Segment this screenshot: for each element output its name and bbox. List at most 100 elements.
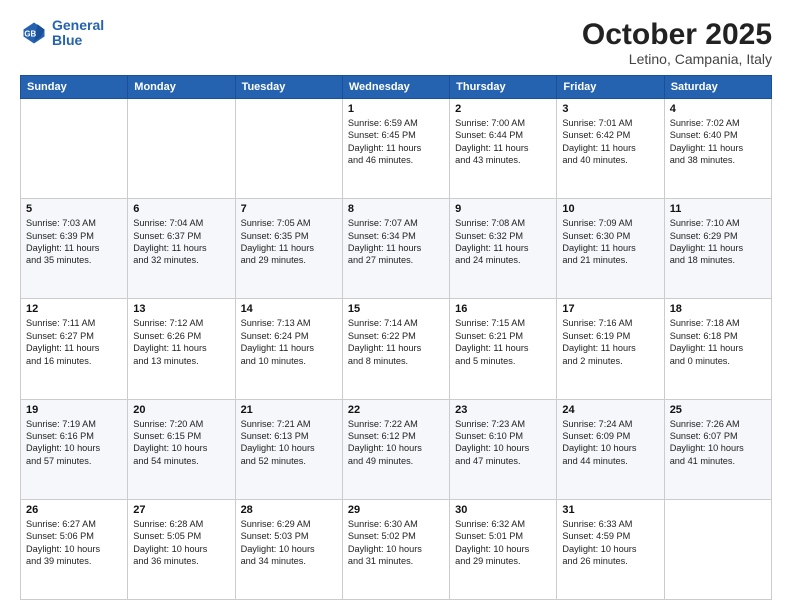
day-info: Sunrise: 7:20 AM Sunset: 6:15 PM Dayligh…: [133, 418, 229, 468]
day-number: 23: [455, 404, 551, 416]
calendar-cell: 20 Sunrise: 7:20 AM Sunset: 6:15 PM Dayli…: [128, 399, 235, 499]
calendar-cell: 27Sunrise: 6:28 AM Sunset: 5:05 PM Dayli…: [128, 499, 235, 599]
day-info: Sunrise: 7:08 AM Sunset: 6:32 PM Dayligh…: [455, 217, 551, 267]
day-info: Sunrise: 6:32 AM Sunset: 5:01 PM Dayligh…: [455, 518, 551, 568]
day-info: Sunrise: 7:18 AM Sunset: 6:18 PM Dayligh…: [670, 317, 766, 367]
day-info: Sunrise: 7:21 AM Sunset: 6:13 PM Dayligh…: [241, 418, 337, 468]
calendar-cell: 24 Sunrise: 7:24 AM Sunset: 6:09 PM Dayli…: [557, 399, 664, 499]
day-number: 31: [562, 504, 658, 516]
logo-icon: GB: [20, 19, 48, 47]
day-number: 3: [562, 103, 658, 115]
calendar-cell: 21 Sunrise: 7:21 AM Sunset: 6:13 PM Dayli…: [235, 399, 342, 499]
calendar-cell: 15 Sunrise: 7:14 AM Sunset: 6:22 PM Dayli…: [342, 299, 449, 399]
day-number: 17: [562, 303, 658, 315]
day-info: Sunrise: 7:02 AM Sunset: 6:40 PM Dayligh…: [670, 117, 766, 167]
logo: GB General Blue: [20, 18, 104, 49]
day-number: 24: [562, 404, 658, 416]
day-number: 18: [670, 303, 766, 315]
day-info: Sunrise: 6:59 AM Sunset: 6:45 PM Dayligh…: [348, 117, 444, 167]
day-header-saturday: Saturday: [664, 76, 771, 99]
calendar-cell: [664, 499, 771, 599]
day-number: 29: [348, 504, 444, 516]
day-info: Sunrise: 7:16 AM Sunset: 6:19 PM Dayligh…: [562, 317, 658, 367]
day-info: Sunrise: 7:00 AM Sunset: 6:44 PM Dayligh…: [455, 117, 551, 167]
day-header-sunday: Sunday: [21, 76, 128, 99]
day-info: Sunrise: 7:03 AM Sunset: 6:39 PM Dayligh…: [26, 217, 122, 267]
calendar-week-row: 19Sunrise: 7:19 AM Sunset: 6:16 PM Dayli…: [21, 399, 772, 499]
calendar-cell: 19Sunrise: 7:19 AM Sunset: 6:16 PM Dayli…: [21, 399, 128, 499]
calendar-week-row: 5 Sunrise: 7:03 AM Sunset: 6:39 PM Daylig…: [21, 199, 772, 299]
calendar-cell: 17 Sunrise: 7:16 AM Sunset: 6:19 PM Dayli…: [557, 299, 664, 399]
day-info: Sunrise: 6:27 AM Sunset: 5:06 PM Dayligh…: [26, 518, 122, 568]
calendar-cell: [235, 99, 342, 199]
calendar-cell: 5 Sunrise: 7:03 AM Sunset: 6:39 PM Daylig…: [21, 199, 128, 299]
day-number: 5: [26, 203, 122, 215]
calendar-cell: 18 Sunrise: 7:18 AM Sunset: 6:18 PM Dayli…: [664, 299, 771, 399]
calendar-cell: 28Sunrise: 6:29 AM Sunset: 5:03 PM Dayli…: [235, 499, 342, 599]
page: GB General Blue October 2025 Letino, Cam…: [0, 0, 792, 612]
calendar-cell: 9 Sunrise: 7:08 AM Sunset: 6:32 PM Daylig…: [450, 199, 557, 299]
day-info: Sunrise: 7:24 AM Sunset: 6:09 PM Dayligh…: [562, 418, 658, 468]
calendar-cell: 2 Sunrise: 7:00 AM Sunset: 6:44 PM Daylig…: [450, 99, 557, 199]
day-info: Sunrise: 7:22 AM Sunset: 6:12 PM Dayligh…: [348, 418, 444, 468]
day-number: 6: [133, 203, 229, 215]
day-number: 20: [133, 404, 229, 416]
month-title: October 2025: [582, 18, 772, 51]
day-number: 1: [348, 103, 444, 115]
day-info: Sunrise: 7:11 AM Sunset: 6:27 PM Dayligh…: [26, 317, 122, 367]
day-header-tuesday: Tuesday: [235, 76, 342, 99]
calendar-week-row: 26 Sunrise: 6:27 AM Sunset: 5:06 PM Dayli…: [21, 499, 772, 599]
day-header-wednesday: Wednesday: [342, 76, 449, 99]
day-info: Sunrise: 7:04 AM Sunset: 6:37 PM Dayligh…: [133, 217, 229, 267]
day-info: Sunrise: 7:10 AM Sunset: 6:29 PM Dayligh…: [670, 217, 766, 267]
day-info: Sunrise: 7:05 AM Sunset: 6:35 PM Dayligh…: [241, 217, 337, 267]
calendar-cell: 7 Sunrise: 7:05 AM Sunset: 6:35 PM Daylig…: [235, 199, 342, 299]
day-number: 13: [133, 303, 229, 315]
day-info: Sunrise: 6:29 AM Sunset: 5:03 PM Dayligh…: [241, 518, 337, 568]
day-info: Sunrise: 7:15 AM Sunset: 6:21 PM Dayligh…: [455, 317, 551, 367]
location-subtitle: Letino, Campania, Italy: [582, 51, 772, 67]
day-info: Sunrise: 6:28 AM Sunset: 5:05 PM Dayligh…: [133, 518, 229, 568]
day-number: 12: [26, 303, 122, 315]
calendar-cell: 23 Sunrise: 7:23 AM Sunset: 6:10 PM Dayli…: [450, 399, 557, 499]
day-number: 8: [348, 203, 444, 215]
calendar-cell: 3 Sunrise: 7:01 AM Sunset: 6:42 PM Daylig…: [557, 99, 664, 199]
day-info: Sunrise: 7:23 AM Sunset: 6:10 PM Dayligh…: [455, 418, 551, 468]
day-number: 7: [241, 203, 337, 215]
day-info: Sunrise: 7:09 AM Sunset: 6:30 PM Dayligh…: [562, 217, 658, 267]
day-number: 30: [455, 504, 551, 516]
calendar-cell: 22Sunrise: 7:22 AM Sunset: 6:12 PM Dayli…: [342, 399, 449, 499]
day-info: Sunrise: 7:19 AM Sunset: 6:16 PM Dayligh…: [26, 418, 122, 468]
day-info: Sunrise: 7:01 AM Sunset: 6:42 PM Dayligh…: [562, 117, 658, 167]
day-number: 15: [348, 303, 444, 315]
day-info: Sunrise: 7:14 AM Sunset: 6:22 PM Dayligh…: [348, 317, 444, 367]
calendar-cell: 31 Sunrise: 6:33 AM Sunset: 4:59 PM Dayli…: [557, 499, 664, 599]
calendar-cell: 10Sunrise: 7:09 AM Sunset: 6:30 PM Dayli…: [557, 199, 664, 299]
day-number: 11: [670, 203, 766, 215]
day-header-friday: Friday: [557, 76, 664, 99]
calendar-cell: 14 Sunrise: 7:13 AM Sunset: 6:24 PM Dayli…: [235, 299, 342, 399]
day-info: Sunrise: 6:33 AM Sunset: 4:59 PM Dayligh…: [562, 518, 658, 568]
calendar-cell: 8Sunrise: 7:07 AM Sunset: 6:34 PM Daylig…: [342, 199, 449, 299]
calendar-cell: [128, 99, 235, 199]
calendar-cell: 12 Sunrise: 7:11 AM Sunset: 6:27 PM Dayli…: [21, 299, 128, 399]
day-info: Sunrise: 6:30 AM Sunset: 5:02 PM Dayligh…: [348, 518, 444, 568]
day-header-thursday: Thursday: [450, 76, 557, 99]
day-number: 16: [455, 303, 551, 315]
header: GB General Blue October 2025 Letino, Cam…: [20, 18, 772, 67]
day-number: 9: [455, 203, 551, 215]
title-block: October 2025 Letino, Campania, Italy: [582, 18, 772, 67]
calendar-cell: 26 Sunrise: 6:27 AM Sunset: 5:06 PM Dayli…: [21, 499, 128, 599]
day-number: 2: [455, 103, 551, 115]
day-number: 26: [26, 504, 122, 516]
day-number: 14: [241, 303, 337, 315]
day-number: 4: [670, 103, 766, 115]
day-info: Sunrise: 7:26 AM Sunset: 6:07 PM Dayligh…: [670, 418, 766, 468]
calendar-cell: 13Sunrise: 7:12 AM Sunset: 6:26 PM Dayli…: [128, 299, 235, 399]
calendar-week-row: 12 Sunrise: 7:11 AM Sunset: 6:27 PM Dayli…: [21, 299, 772, 399]
calendar-header-row: SundayMondayTuesdayWednesdayThursdayFrid…: [21, 76, 772, 99]
day-number: 21: [241, 404, 337, 416]
calendar-cell: 4 Sunrise: 7:02 AM Sunset: 6:40 PM Daylig…: [664, 99, 771, 199]
day-info: Sunrise: 7:13 AM Sunset: 6:24 PM Dayligh…: [241, 317, 337, 367]
calendar-cell: [21, 99, 128, 199]
